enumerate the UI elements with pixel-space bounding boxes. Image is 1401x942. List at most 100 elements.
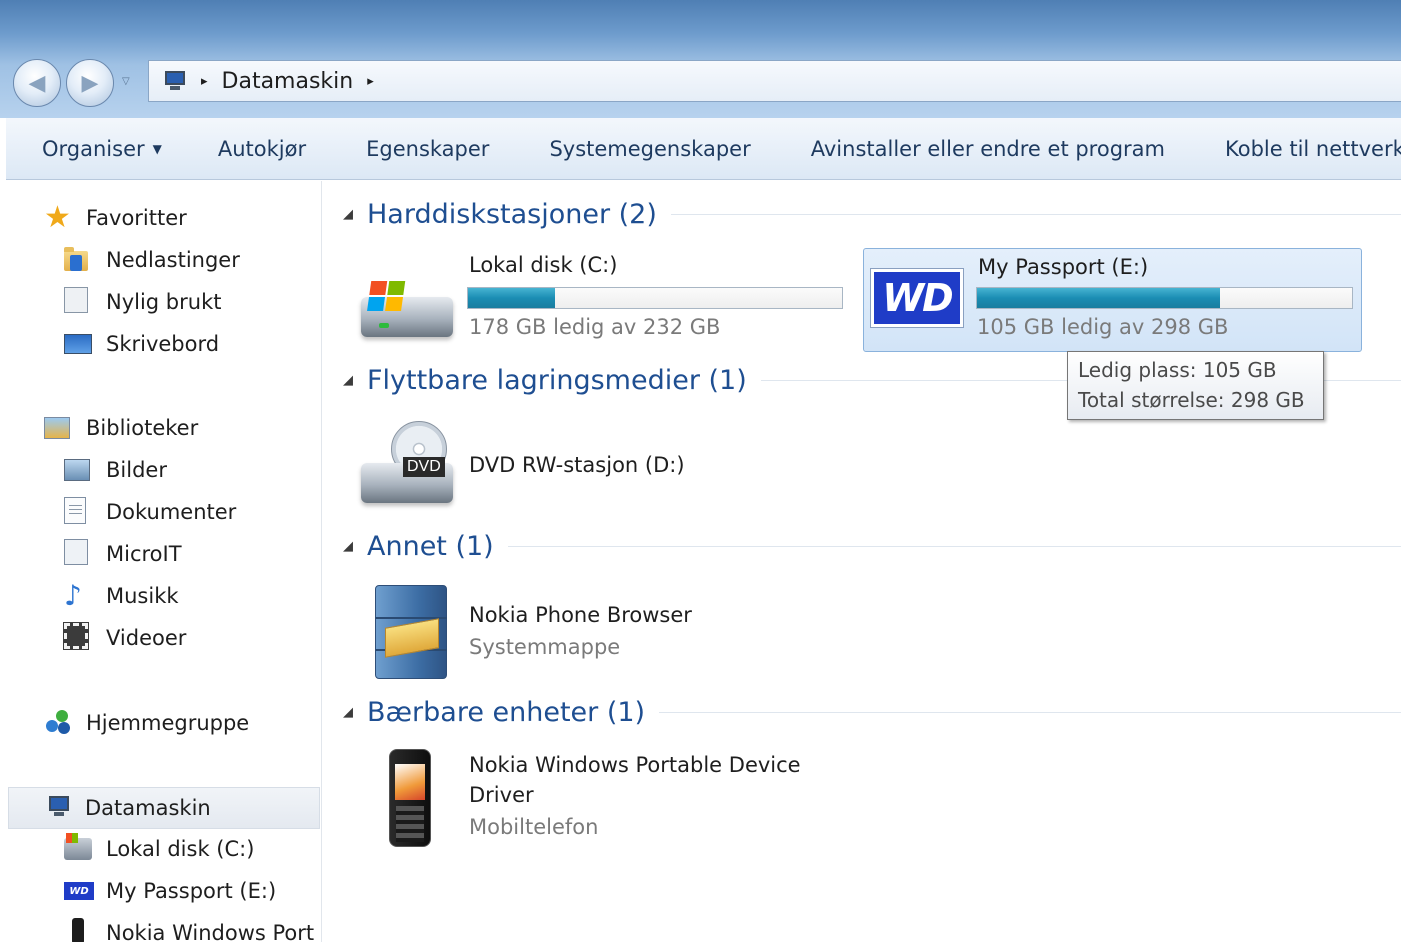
nav-music[interactable]: ♪ Musikk — [64, 581, 179, 611]
drive-name: My Passport (E:) — [978, 255, 1149, 279]
dvd-label: DVD — [403, 457, 445, 477]
nav-recent[interactable]: Nylig brukt — [64, 287, 221, 317]
item-type: Mobiltelefon — [469, 815, 599, 839]
drive-usage-bar — [467, 287, 843, 309]
windows-hard-drive-icon — [361, 263, 453, 343]
drive-tile-d[interactable]: DVD DVD RW-stasjon (D:) — [351, 417, 751, 517]
drive-usage-fill — [977, 288, 1220, 308]
dvd-drive-icon: DVD — [361, 421, 453, 511]
nav-label: Dokumenter — [106, 500, 237, 524]
recent-pages-dropdown[interactable]: ▽ — [122, 76, 130, 87]
address-bar[interactable]: ▸ Datamaskin ▸ — [148, 60, 1401, 102]
group-title: Annet (1) — [367, 531, 494, 562]
drive-free-space: 178 GB ledig av 232 GB — [469, 315, 721, 339]
uninstall-program-button[interactable]: Avinstaller eller endre et program — [811, 137, 1165, 161]
nav-desktop[interactable]: Skrivebord — [64, 329, 219, 359]
nav-label: My Passport (E:) — [106, 879, 277, 903]
collapse-triangle-icon[interactable]: ◢ — [343, 705, 353, 720]
item-name-line2: Driver — [469, 783, 534, 807]
group-divider — [670, 214, 1401, 215]
drive-tooltip: Ledig plass: 105 GB Total størrelse: 298… — [1067, 351, 1324, 420]
nav-nokia[interactable]: Nokia Windows Port — [64, 918, 314, 942]
nav-videos[interactable]: Videoer — [63, 622, 187, 653]
nav-label: Hjemmegruppe — [86, 711, 250, 735]
breadcrumb-arrow-icon[interactable]: ▸ — [201, 74, 208, 89]
drive-name: DVD RW-stasjon (D:) — [469, 453, 685, 477]
desktop-icon — [64, 329, 94, 359]
nokia-phone-browser-tile[interactable]: Nokia Phone Browser Systemmappe — [351, 581, 771, 685]
nav-pictures[interactable]: Bilder — [64, 455, 167, 485]
wd-drive-icon: WD — [64, 876, 94, 906]
drive-tile-e[interactable]: WD My Passport (E:) 105 GB ledig av 298 … — [863, 248, 1362, 352]
nav-favorites[interactable]: ★ Favoritter — [44, 203, 187, 233]
recent-places-icon — [64, 287, 94, 317]
wd-logo-icon: WD — [870, 268, 964, 328]
star-icon: ★ — [44, 200, 71, 235]
nav-label: Nokia Windows Port — [106, 921, 315, 942]
nav-label: Nylig brukt — [106, 290, 222, 314]
nav-label: Biblioteker — [86, 416, 199, 440]
content-pane: ◢ Harddiskstasjoner (2) Lokal disk (C:) … — [323, 181, 1401, 942]
nav-label: Nedlastinger — [106, 248, 240, 272]
downloads-folder-icon — [64, 245, 94, 275]
forward-button[interactable]: ▶ — [66, 59, 114, 107]
file-cabinet-icon — [371, 583, 451, 681]
drive-tile-c[interactable]: Lokal disk (C:) 178 GB ledig av 232 GB — [351, 247, 851, 351]
mobile-phone-icon — [389, 749, 431, 847]
nav-label: Favoritter — [86, 206, 187, 230]
nav-microit[interactable]: MicroIT — [64, 539, 182, 569]
music-note-icon: ♪ — [64, 579, 82, 612]
group-divider — [507, 546, 1401, 547]
tooltip-free-space: Ledig plass: 105 GB — [1078, 358, 1277, 382]
navigation-pane: ★ Favoritter Nedlastinger Nylig brukt Sk… — [6, 181, 322, 942]
group-title: Harddiskstasjoner (2) — [367, 199, 657, 230]
organise-button[interactable]: Organiser ▼ — [42, 137, 162, 161]
collapse-triangle-icon[interactable]: ◢ — [343, 207, 353, 222]
drive-name: Lokal disk (C:) — [469, 253, 618, 277]
nav-label: Videoer — [106, 626, 187, 650]
nav-label: Bilder — [106, 458, 167, 482]
system-properties-button[interactable]: Systemegenskaper — [549, 137, 750, 161]
film-strip-icon — [63, 622, 94, 653]
nav-label: MicroIT — [106, 542, 182, 566]
breadcrumb-datamaskin[interactable]: Datamaskin — [222, 69, 354, 94]
collapse-triangle-icon[interactable]: ◢ — [343, 373, 353, 388]
nav-homegroup[interactable]: Hjemmegruppe — [44, 708, 249, 738]
computer-icon — [43, 793, 73, 823]
group-header-portable[interactable]: ◢ Bærbare enheter (1) — [343, 697, 1401, 728]
properties-button[interactable]: Egenskaper — [366, 137, 489, 161]
pictures-icon — [64, 455, 94, 485]
drive-free-space: 105 GB ledig av 298 GB — [977, 315, 1229, 339]
back-arrow-icon: ◀ — [28, 70, 46, 96]
nav-my-passport[interactable]: WD My Passport (E:) — [64, 876, 276, 906]
item-name-line1: Nokia Windows Portable Device — [469, 753, 801, 777]
item-type: Systemmappe — [469, 635, 621, 659]
nav-label: Lokal disk (C:) — [106, 837, 255, 861]
nav-label: Datamaskin — [85, 796, 211, 820]
command-bar: Organiser ▼ Autokjør Egenskaper Systemeg… — [6, 118, 1401, 180]
library-folder-icon — [64, 539, 94, 569]
nav-local-disk[interactable]: Lokal disk (C:) — [64, 833, 255, 864]
forward-arrow-icon: ▶ — [81, 70, 99, 96]
nav-computer[interactable]: Datamaskin — [8, 787, 320, 829]
group-header-hdd[interactable]: ◢ Harddiskstasjoner (2) — [343, 199, 1401, 230]
collapse-triangle-icon[interactable]: ◢ — [343, 539, 353, 554]
libraries-icon — [44, 413, 74, 443]
phone-icon — [64, 918, 94, 942]
documents-icon — [64, 497, 94, 527]
nav-libraries[interactable]: Biblioteker — [44, 413, 198, 443]
breadcrumb-arrow-icon[interactable]: ▸ — [367, 74, 374, 89]
nav-documents[interactable]: Dokumenter — [64, 497, 236, 527]
nav-label: Musikk — [106, 584, 179, 608]
organise-label: Organiser — [42, 136, 145, 161]
nav-downloads[interactable]: Nedlastinger — [64, 245, 240, 275]
nokia-device-tile[interactable]: Nokia Windows Portable Device Driver Mob… — [351, 747, 821, 857]
nav-label: Skrivebord — [106, 332, 220, 356]
back-button[interactable]: ◀ — [13, 59, 61, 107]
group-title: Flyttbare lagringsmedier (1) — [367, 365, 747, 396]
chevron-down-icon: ▼ — [152, 141, 162, 156]
title-bar: ◀ ▶ ▽ ▸ Datamaskin ▸ — [0, 0, 1401, 118]
autoplay-button[interactable]: Autokjør — [218, 137, 306, 161]
map-network-drive-button[interactable]: Koble til nettverk — [1225, 137, 1401, 161]
group-header-other[interactable]: ◢ Annet (1) — [343, 531, 1401, 562]
